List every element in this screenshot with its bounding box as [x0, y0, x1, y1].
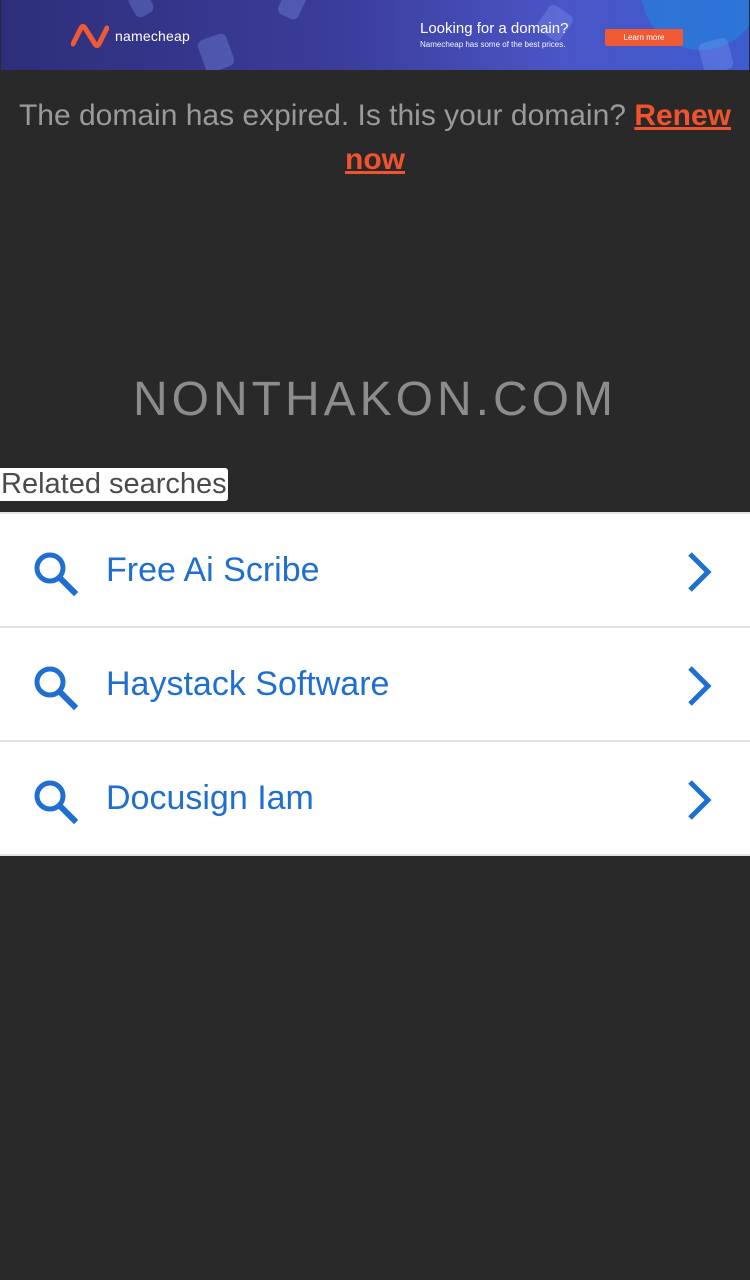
search-icon [34, 780, 79, 825]
chevron-right-icon [688, 552, 712, 592]
expired-message: The domain has expired. Is this your dom… [18, 99, 626, 132]
related-search-item[interactable]: Free Ai Scribe [0, 512, 750, 626]
chevron-right-icon [688, 780, 712, 820]
related-searches-heading: Related searches [0, 468, 228, 501]
related-search-item[interactable]: Docusign Iam [0, 740, 750, 856]
search-icon [34, 552, 79, 597]
banner-decoration [196, 31, 236, 70]
ad-title: Looking for a domain? [420, 20, 569, 37]
expired-notice: The domain has expired. Is this your dom… [0, 94, 750, 182]
learn-more-button[interactable]: Learn more [605, 29, 683, 46]
namecheap-wordmark: namecheap [115, 28, 190, 44]
ad-subtitle: Namecheap has some of the best prices. [420, 40, 566, 49]
related-search-label: Haystack Software [106, 665, 390, 703]
namecheap-logo[interactable]: namecheap [71, 24, 190, 48]
domain-name: NONTHAKON.COM [133, 373, 617, 426]
namecheap-ad-banner[interactable]: namecheap Looking for a domain? Namechea… [1, 0, 749, 70]
banner-decoration [126, 0, 156, 20]
ad-copy: Looking for a domain? Namecheap has some… [420, 20, 568, 51]
chevron-right-icon [688, 666, 712, 706]
related-search-item[interactable]: Haystack Software [0, 626, 750, 740]
search-icon [34, 666, 79, 711]
namecheap-logo-icon [71, 24, 109, 48]
related-searches-list: Free Ai Scribe Haystack Software Docusig… [0, 512, 750, 856]
parked-domain-page: namecheap Looking for a domain? Namechea… [0, 0, 750, 1280]
related-search-label: Free Ai Scribe [106, 551, 320, 589]
related-search-label: Docusign Iam [106, 779, 314, 817]
banner-decoration [276, 0, 308, 22]
